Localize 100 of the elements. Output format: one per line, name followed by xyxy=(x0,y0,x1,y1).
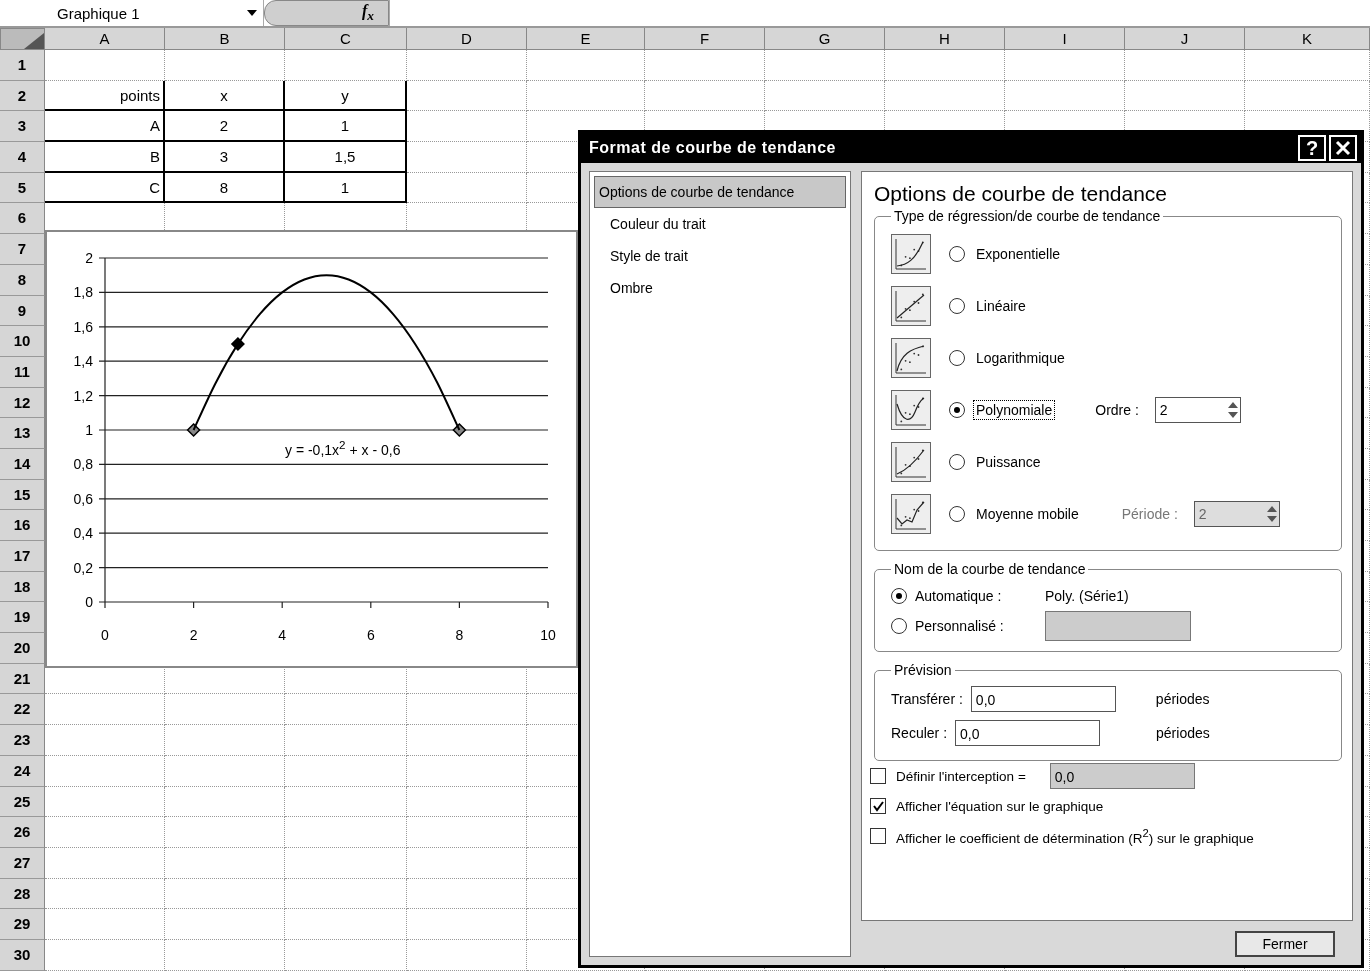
checkbox-label[interactable]: Afficher le coefficient de détermination (R$^{2}$) sur le graphique xyxy=(896,826,1254,846)
data-point[interactable] xyxy=(230,336,245,352)
close-dialog-button[interactable]: Fermer xyxy=(1235,931,1335,957)
insert-function-button[interactable]: f$_{x}$ xyxy=(264,0,389,26)
option-label[interactable]: Linéaire xyxy=(973,296,1029,316)
close-button[interactable] xyxy=(1329,135,1357,161)
unit-label: périodes xyxy=(1155,691,1210,707)
option-label[interactable]: Polynomiale xyxy=(973,400,1056,420)
sidebar-item[interactable]: Couleur du trait xyxy=(594,208,846,240)
row-header[interactable]: 11 xyxy=(0,356,45,388)
input-field[interactable]: 0,0 xyxy=(955,720,1101,746)
option-label[interactable]: Personnalisé : xyxy=(915,618,1025,634)
radio-button[interactable] xyxy=(949,454,965,470)
radio-button[interactable] xyxy=(949,246,965,262)
group-label: Nom de la courbe de tendance xyxy=(893,561,1087,577)
checkbox-label[interactable]: Définir l'interception = xyxy=(896,768,1026,784)
trendline-name: Poly. (Série1) xyxy=(1045,588,1129,604)
checkbox[interactable] xyxy=(870,768,886,784)
row-header[interactable]: 24 xyxy=(0,755,45,787)
row-header[interactable]: 12 xyxy=(0,387,45,419)
radio-button[interactable] xyxy=(891,588,907,604)
table-cell: 8 xyxy=(165,172,285,204)
data-point[interactable] xyxy=(452,422,467,438)
radio-button[interactable] xyxy=(891,618,907,634)
table-cell: C xyxy=(45,172,165,204)
column-header[interactable]: H xyxy=(885,28,1005,50)
x-tick xyxy=(547,601,549,609)
row-header[interactable]: 28 xyxy=(0,878,45,910)
row-header[interactable]: 10 xyxy=(0,326,45,357)
row-header[interactable]: 20 xyxy=(0,633,45,664)
caret-icon xyxy=(247,10,257,16)
column-header[interactable]: B xyxy=(165,28,285,50)
row-header[interactable]: 13 xyxy=(0,418,45,449)
radio-button[interactable] xyxy=(949,350,965,366)
checkbox[interactable] xyxy=(870,798,886,814)
column-header[interactable]: A xyxy=(45,28,165,50)
sidebar-item[interactable]: Options de courbe de tendance xyxy=(594,176,846,208)
sidebar-item[interactable]: Style de trait xyxy=(594,240,846,272)
row-header[interactable]: 21 xyxy=(0,663,45,695)
row-header[interactable]: 5 xyxy=(0,172,45,204)
row-header[interactable]: 4 xyxy=(0,142,45,173)
row-header[interactable]: 1 xyxy=(0,50,45,81)
table-cell: 2 xyxy=(165,111,285,143)
x-tick xyxy=(370,601,372,609)
row-header[interactable]: 9 xyxy=(0,295,45,327)
row-header[interactable]: 25 xyxy=(0,786,45,818)
y-tick-label: 0 xyxy=(85,594,93,610)
radio-button[interactable] xyxy=(949,506,965,522)
y-tick-label: 2 xyxy=(85,250,93,266)
radio-button[interactable] xyxy=(949,402,965,418)
checkbox[interactable] xyxy=(870,828,886,844)
column-header[interactable]: E xyxy=(527,28,645,50)
spin-arrows-icon xyxy=(1264,504,1279,524)
chart-area[interactable]: 0 0,2 0,4 0,6 0,8 1 1,2 1,4 1,6 1,8 2 0 2 4 6 8 10 y = -0,1x$^{2}$ + x - 0,6 xyxy=(45,230,578,668)
spin-field[interactable]: 2 xyxy=(1154,397,1241,423)
row-header[interactable]: 22 xyxy=(0,694,45,726)
field-label: Ordre : xyxy=(1095,402,1139,418)
option-label[interactable]: Logarithmique xyxy=(973,348,1068,368)
input-field[interactable]: 0,0 xyxy=(970,686,1116,712)
y-tick-label: 1,8 xyxy=(73,284,93,301)
option-label[interactable]: Puissance xyxy=(973,452,1044,472)
option-label[interactable]: Automatique : xyxy=(915,588,1025,604)
row-header[interactable]: 14 xyxy=(0,448,45,480)
row-header[interactable]: 26 xyxy=(0,817,45,848)
x-tick-label: 6 xyxy=(366,627,375,643)
row-header[interactable]: 29 xyxy=(0,909,45,940)
table-cell: A xyxy=(45,111,165,143)
row-header[interactable]: 8 xyxy=(0,264,45,296)
row-header[interactable]: 2 xyxy=(0,80,45,112)
column-header[interactable]: G xyxy=(765,28,885,50)
data-point[interactable] xyxy=(186,422,201,438)
row-header[interactable]: 27 xyxy=(0,847,45,879)
name-box[interactable]: Graphique 1 xyxy=(45,0,264,26)
row-header[interactable]: 3 xyxy=(0,111,45,143)
column-header[interactable]: K xyxy=(1245,28,1370,50)
row-header[interactable]: 23 xyxy=(0,725,45,756)
column-header[interactable]: J xyxy=(1125,28,1245,50)
row-header[interactable]: 7 xyxy=(0,234,45,265)
y-tick-label: 0,8 xyxy=(73,456,93,473)
table-cell: 1,5 xyxy=(285,142,407,173)
row-header[interactable]: 19 xyxy=(0,602,45,634)
x-tick xyxy=(458,601,460,609)
column-header[interactable]: C xyxy=(285,28,407,50)
help-button[interactable]: ? xyxy=(1298,135,1326,161)
sidebar-item[interactable]: Ombre xyxy=(594,272,846,304)
column-header[interactable]: I xyxy=(1005,28,1125,50)
y-tick-label: 0,6 xyxy=(73,490,93,507)
row-header[interactable]: 6 xyxy=(0,203,45,235)
y-tick-label: 1,6 xyxy=(73,318,93,335)
option-label[interactable]: Exponentielle xyxy=(973,244,1064,264)
column-header[interactable]: F xyxy=(645,28,765,50)
radio-button[interactable] xyxy=(949,298,965,314)
row-header[interactable]: 30 xyxy=(0,939,45,971)
row-header[interactable]: 15 xyxy=(0,479,45,511)
row-header[interactable]: 17 xyxy=(0,541,45,572)
column-header[interactable]: D xyxy=(407,28,527,50)
checkbox-label[interactable]: Afficher l'équation sur le graphique xyxy=(896,798,1104,814)
option-label[interactable]: Moyenne mobile xyxy=(973,504,1082,524)
row-header[interactable]: 18 xyxy=(0,571,45,603)
row-header[interactable]: 16 xyxy=(0,510,45,541)
